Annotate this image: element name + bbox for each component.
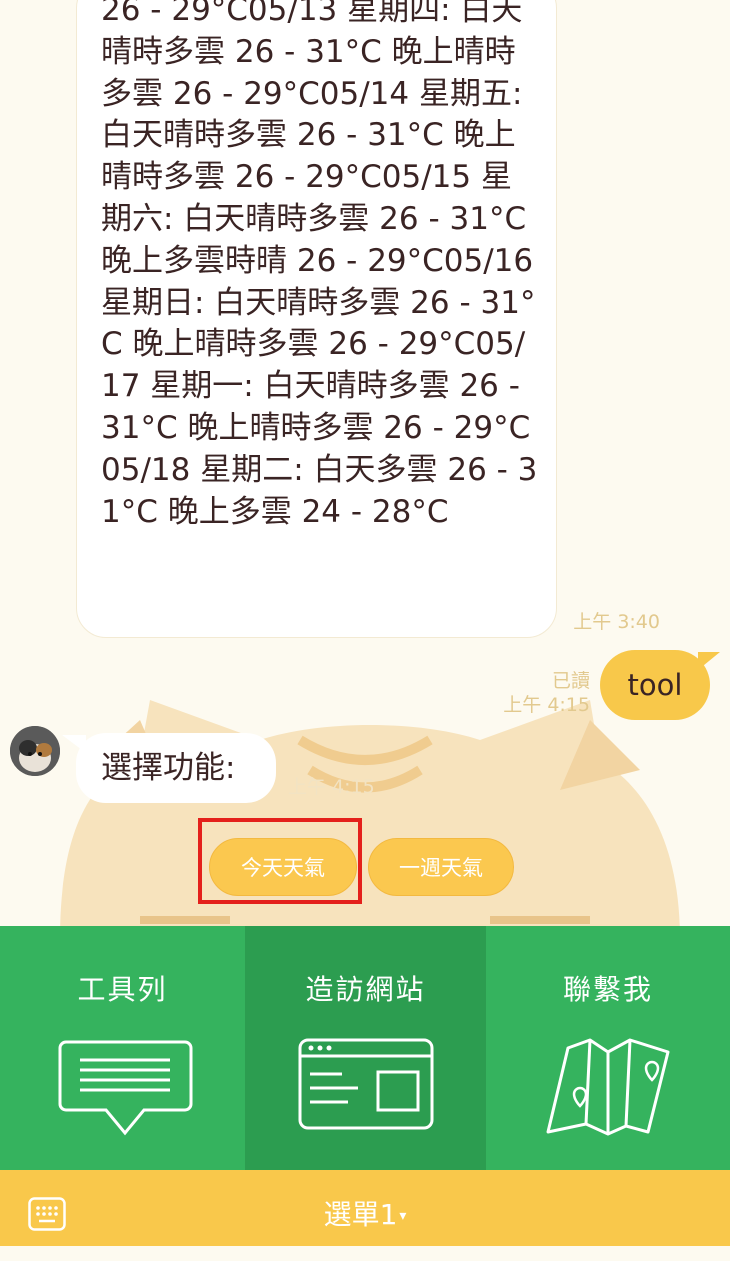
menu-toggle-button[interactable]: 選單1 ▾ [0,1170,730,1258]
rich-menu-contact-me-label: 聯繫我 [562,973,653,1006]
forecast-timestamp: 上午 3:40 [573,611,660,633]
rich-menu-visit-website[interactable]: 造訪網站 [245,926,486,1170]
rich-menu-contact-me[interactable]: 聯繫我 [486,926,730,1170]
chat-area: 26 - 29°C05/13 星期四: 白天晴時多雲 26 - 31°C 晚上晴… [0,0,730,926]
bot-avatar[interactable] [10,726,60,776]
browser-window-icon [298,1038,434,1130]
speech-list-icon [58,1040,193,1136]
chevron-down-icon: ▾ [399,1208,407,1224]
folded-map-icon [546,1038,670,1136]
highlight-box [198,818,362,904]
read-receipt: 已讀 [551,670,590,692]
menu-toggle-label: 選單1 [323,1198,398,1231]
user-message-text: tool [627,668,683,702]
rich-menu: 工具列 造訪網站 聯繫我 [0,926,730,1170]
rich-menu-visit-website-label: 造訪網站 [305,973,426,1006]
rich-menu-toolbar-label: 工具列 [77,973,168,1006]
user-message-timestamp: 上午 4:15 [503,694,590,716]
forecast-message-text: 26 - 29°C05/13 星期四: 白天晴時多雲 26 - 31°C 晚上晴… [101,0,538,530]
user-message-bubble: tool [600,650,720,720]
bot-message-bubble: 選擇功能: [62,733,276,803]
bot-message-text: 選擇功能: [101,750,236,786]
rich-menu-toolbar[interactable]: 工具列 [0,926,245,1170]
bubble-tail [62,735,86,753]
cat-avatar-icon [10,726,60,776]
bottom-menu-bar: 選單1 ▾ [0,1170,730,1246]
bot-message-timestamp: 上午 4:15 [288,776,375,798]
quick-reply-week-weather[interactable]: 一週天氣 [368,838,514,896]
